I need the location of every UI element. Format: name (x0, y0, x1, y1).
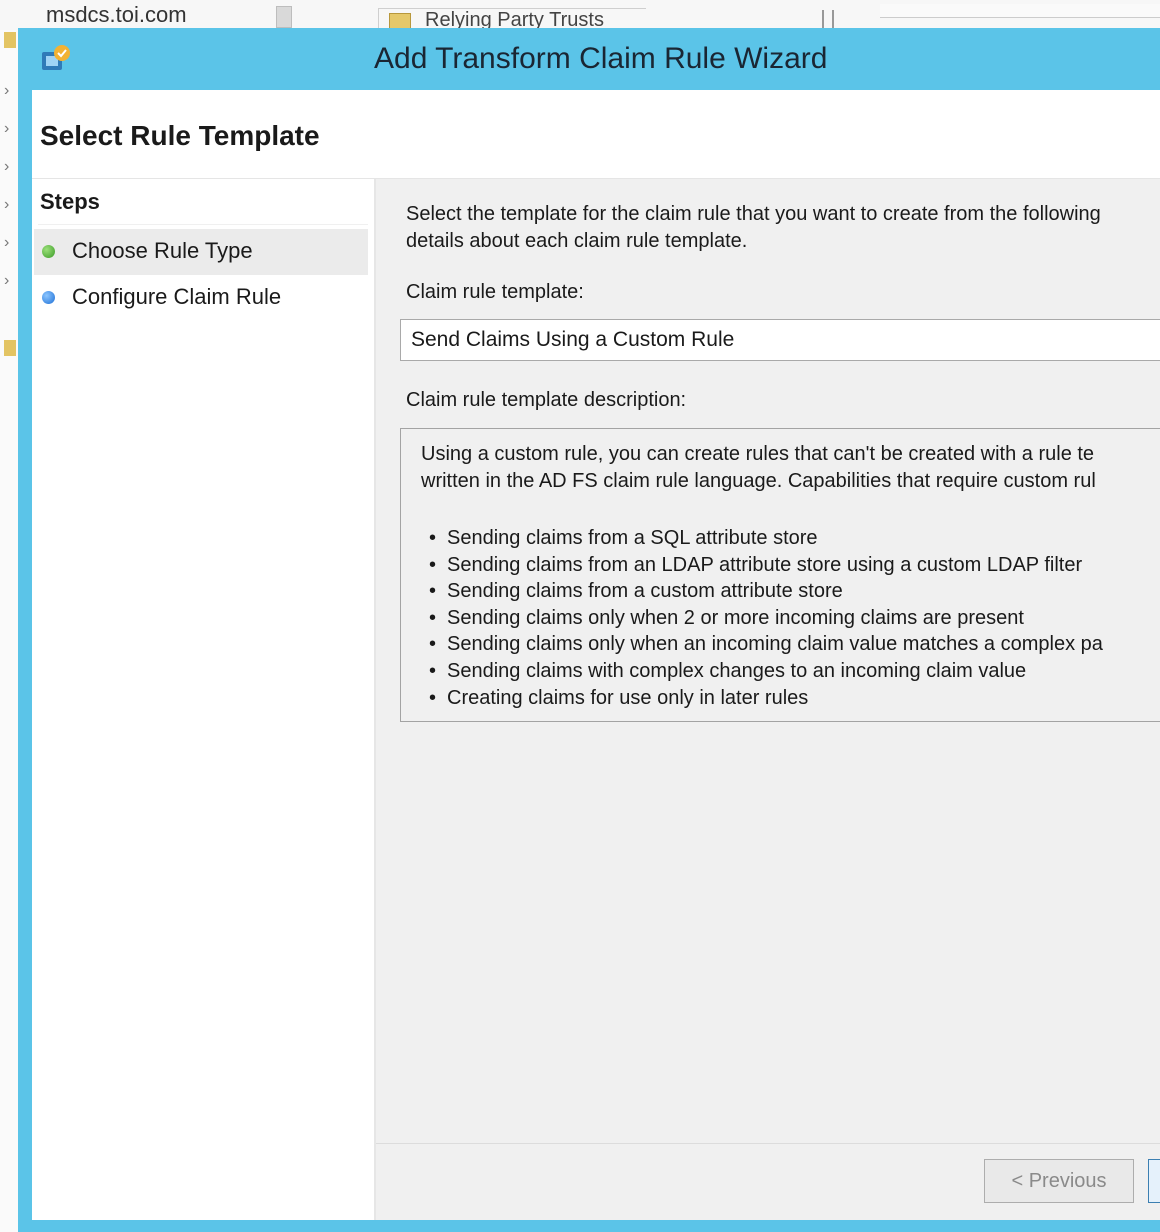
chevron-right-icon[interactable]: › (4, 82, 9, 100)
intro-line-2: details about each claim rule template. (406, 230, 748, 252)
chevron-right-icon[interactable]: › (4, 272, 9, 290)
list-item: Sending claims from an LDAP attribute st… (427, 552, 1103, 579)
next-button[interactable] (1148, 1159, 1160, 1203)
intro-line-1: Select the template for the claim rule t… (406, 203, 1101, 225)
background-field (880, 4, 1160, 18)
description-line-1: Using a custom rule, you can create rule… (421, 443, 1095, 465)
list-item: Sending claims from a custom attribute s… (427, 578, 1103, 605)
page-header: Select Rule Template (32, 90, 1160, 178)
template-label: Claim rule template: (406, 281, 584, 303)
background-tree-strip: › › › › › › (0, 30, 20, 1232)
background-column-grip (822, 10, 834, 30)
step-status-blue-icon (42, 291, 55, 304)
chevron-right-icon[interactable]: › (4, 234, 9, 252)
capabilities-list: Sending claims from a SQL attribute stor… (427, 525, 1103, 711)
intro-text: Select the template for the claim rule t… (406, 201, 1160, 255)
background-tree-node[interactable]: msdcs.toi.com (46, 2, 187, 28)
description-text: Using a custom rule, you can create rule… (421, 441, 1160, 495)
previous-button[interactable]: < Previous (984, 1159, 1134, 1203)
title-bar[interactable]: Add Transform Claim Rule Wizard (18, 28, 1160, 90)
steps-pane: Steps Choose Rule Type Configure Claim R… (32, 179, 374, 1220)
window-title: Add Transform Claim Rule Wizard (374, 42, 828, 75)
background-folder-label: Relying Party Trusts (425, 9, 604, 30)
description-line-2: written in the AD FS claim rule language… (421, 470, 1096, 492)
chevron-right-icon[interactable]: › (4, 196, 9, 214)
list-item: Creating claims for use only in later ru… (427, 685, 1103, 712)
folder-icon (389, 13, 411, 29)
template-description-box: Using a custom rule, you can create rule… (400, 428, 1160, 722)
step-choose-rule-type[interactable]: Choose Rule Type (34, 229, 368, 275)
list-item: Sending claims with complex changes to a… (427, 658, 1103, 685)
steps-heading: Steps (38, 189, 368, 225)
step-label: Choose Rule Type (72, 238, 253, 263)
claim-rule-template-dropdown[interactable]: Send Claims Using a Custom Rule (400, 319, 1160, 361)
chevron-right-icon[interactable]: › (4, 120, 9, 138)
background-folder-tab[interactable]: Relying Party Trusts (378, 8, 646, 30)
folder-icon (4, 340, 16, 356)
background-splitter (276, 6, 292, 28)
step-configure-claim-rule[interactable]: Configure Claim Rule (34, 275, 368, 321)
folder-icon (4, 32, 16, 48)
description-label: Claim rule template description: (406, 389, 687, 411)
chevron-right-icon[interactable]: › (4, 158, 9, 176)
step-label: Configure Claim Rule (72, 284, 282, 309)
screen: msdcs.toi.com Relying Party Trusts › › ›… (0, 0, 1160, 1232)
background-console-strip: msdcs.toi.com Relying Party Trusts (0, 0, 1160, 30)
page-title: Select Rule Template (40, 120, 320, 151)
list-item: Sending claims from a SQL attribute stor… (427, 525, 1103, 552)
wizard-window: Add Transform Claim Rule Wizard Select R… (18, 28, 1160, 1232)
list-item: Sending claims only when an incoming cla… (427, 631, 1103, 658)
footer-divider (376, 1143, 1160, 1144)
content-pane: Select the template for the claim rule t… (376, 179, 1160, 1220)
wizard-client-area: Select Rule Template Steps Choose Rule T… (32, 90, 1160, 1220)
list-item: Sending claims only when 2 or more incom… (427, 605, 1103, 632)
step-status-green-icon (42, 245, 55, 258)
